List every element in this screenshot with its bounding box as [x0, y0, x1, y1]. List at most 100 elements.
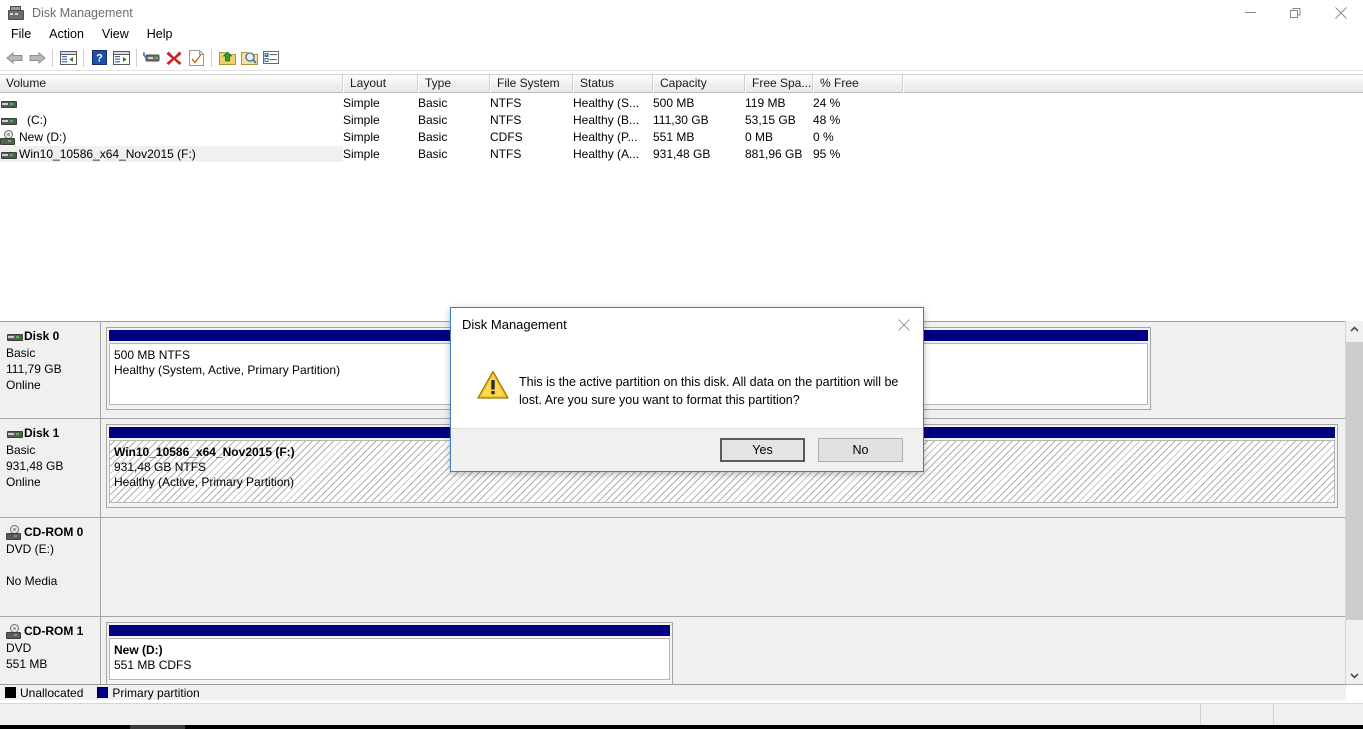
- disk-name: CD-ROM 0: [24, 525, 84, 539]
- no-button[interactable]: No: [818, 438, 903, 462]
- volume-free-space: 0 MB: [745, 129, 774, 144]
- column-header-type[interactable]: Type: [418, 75, 490, 93]
- minimize-button[interactable]: [1228, 0, 1273, 25]
- cd-rom-icon: [0, 129, 16, 145]
- legend-label-unallocated: Unallocated: [20, 685, 84, 700]
- disk-body-cdrom-0: [101, 518, 1363, 617]
- back-icon[interactable]: [4, 47, 26, 69]
- disk-info-disk-0[interactable]: Disk 0 Basic 111,79 GB Online: [0, 322, 101, 419]
- disk-info-disk-1[interactable]: Disk 1 Basic 931,48 GB Online: [0, 419, 101, 518]
- close-button[interactable]: [1318, 0, 1363, 25]
- menu-view[interactable]: View: [93, 25, 138, 44]
- table-row[interactable]: (C:) Simple Basic NTFS Healthy (B... 111…: [0, 111, 1363, 128]
- dialog-content: This is the active partition on this dis…: [451, 342, 923, 431]
- show-hide-action-pane-icon[interactable]: [110, 47, 132, 69]
- volume-list-rows: Simple Basic NTFS Healthy (S... 500 MB 1…: [0, 94, 1363, 162]
- legend: Unallocated Primary partition: [0, 684, 1346, 700]
- forward-icon[interactable]: [26, 47, 48, 69]
- window-controls: [1228, 0, 1363, 25]
- volume-type: Basic: [418, 112, 448, 127]
- volume-file-system: NTFS: [490, 112, 522, 127]
- delete-icon[interactable]: [163, 47, 185, 69]
- table-row[interactable]: Win10_10586_x64_Nov2015 (F:) Simple Basi…: [0, 145, 1363, 162]
- dialog-title: Disk Management: [462, 317, 567, 332]
- partition-status: Healthy (Active, Primary Partition): [114, 475, 295, 489]
- partition-title: New (D:): [114, 643, 163, 657]
- partition-block[interactable]: New (D:) 551 MB CDFS: [106, 622, 673, 685]
- status-segment-3: [1273, 704, 1363, 726]
- volume-name: New (D:): [19, 129, 67, 144]
- toolbar: ?: [0, 45, 1363, 71]
- properties-icon[interactable]: [141, 47, 163, 69]
- column-header-layout[interactable]: Layout: [343, 75, 418, 93]
- dialog-close-button[interactable]: [890, 315, 918, 335]
- title-bar: Disk Management: [0, 0, 1363, 25]
- scrollbar-track[interactable]: [1346, 338, 1363, 667]
- disk-name: Disk 0: [24, 329, 60, 343]
- column-header-status[interactable]: Status: [573, 75, 653, 93]
- status-segment-2: [1200, 704, 1273, 726]
- volume-capacity: 931,48 GB: [653, 146, 711, 161]
- volume-name: (C:): [27, 112, 47, 127]
- cd-rom-icon: [6, 623, 22, 639]
- legend-swatch-primary-partition: [97, 687, 109, 698]
- dialog-message: This is the active partition on this dis…: [519, 375, 899, 407]
- partition-size: 551 MB CDFS: [114, 658, 192, 672]
- disk-management-icon: [7, 5, 24, 21]
- volume-type: Basic: [418, 146, 448, 161]
- yes-button[interactable]: Yes: [720, 438, 805, 462]
- scrollbar-thumb[interactable]: [1346, 342, 1363, 620]
- show-hide-console-tree-icon[interactable]: [57, 47, 79, 69]
- help-icon[interactable]: ?: [88, 47, 110, 69]
- restore-button[interactable]: [1273, 0, 1318, 25]
- list-view-icon[interactable]: [260, 47, 282, 69]
- volume-capacity: 111,30 GB: [653, 112, 709, 127]
- disk-status: Online: [6, 475, 41, 489]
- cd-rom-icon: [6, 524, 22, 540]
- disk-status: Online: [6, 378, 41, 392]
- menu-action[interactable]: Action: [40, 25, 93, 44]
- hard-disk-icon: [6, 425, 23, 441]
- disk-row-cdrom-1[interactable]: CD-ROM 1 DVD 551 MB New (D:) 551 MB CDFS: [0, 617, 1363, 685]
- warning-triangle-icon: [477, 370, 509, 400]
- table-row[interactable]: New (D:) Simple Basic CDFS Healthy (P...…: [0, 128, 1363, 145]
- disk-size: 931,48 GB: [6, 459, 64, 473]
- disk-info-cdrom-0[interactable]: CD-ROM 0 DVD (E:) No Media: [0, 518, 101, 617]
- volume-status: Healthy (S...: [573, 95, 640, 110]
- disk-info-cdrom-1[interactable]: CD-ROM 1 DVD 551 MB: [0, 617, 101, 685]
- scroll-down-icon[interactable]: [1346, 667, 1363, 684]
- hard-disk-icon: [6, 328, 23, 344]
- disk-type: DVD (E:): [6, 542, 54, 556]
- column-header-filler[interactable]: [903, 75, 1353, 93]
- volume-free-space: 881,96 GB: [745, 146, 803, 161]
- column-header-free-space[interactable]: Free Spa...: [745, 75, 813, 93]
- volume-capacity: 500 MB: [653, 95, 695, 110]
- menu-file[interactable]: File: [2, 25, 40, 44]
- rescan-disks-icon[interactable]: [185, 47, 207, 69]
- create-volume-icon[interactable]: [216, 47, 238, 69]
- column-header-volume[interactable]: Volume: [0, 75, 343, 93]
- volume-percent-free: 48 %: [813, 112, 841, 127]
- column-header-percent-free[interactable]: % Free: [813, 75, 903, 93]
- taskbar-button-disk-management[interactable]: [130, 725, 185, 729]
- scroll-up-icon[interactable]: [1346, 321, 1363, 338]
- table-row[interactable]: Simple Basic NTFS Healthy (S... 500 MB 1…: [0, 94, 1363, 111]
- disk-pane-scrollbar[interactable]: [1345, 321, 1363, 684]
- menu-bar: File Action View Help: [0, 25, 1363, 44]
- volume-free-space: 53,15 GB: [745, 112, 796, 127]
- svg-text:?: ?: [96, 53, 103, 65]
- column-header-capacity[interactable]: Capacity: [653, 75, 745, 93]
- volume-capacity: 551 MB: [653, 129, 695, 144]
- volume-percent-free: 95 %: [813, 146, 841, 161]
- disk-size: 111,79 GB: [6, 362, 62, 376]
- explore-icon[interactable]: [238, 47, 260, 69]
- volume-free-space: 119 MB: [745, 95, 786, 110]
- disk-type: Basic: [6, 443, 36, 457]
- disk-name: Disk 1: [24, 426, 60, 440]
- column-header-file-system[interactable]: File System: [490, 75, 573, 93]
- menu-help[interactable]: Help: [138, 25, 182, 44]
- disk-row-cdrom-0[interactable]: CD-ROM 0 DVD (E:) No Media: [0, 518, 1363, 617]
- volume-list-pane: Volume Layout Type File System Status Ca…: [0, 71, 1363, 321]
- legend-label-primary-partition: Primary partition: [112, 685, 200, 700]
- disk-size: [6, 557, 100, 573]
